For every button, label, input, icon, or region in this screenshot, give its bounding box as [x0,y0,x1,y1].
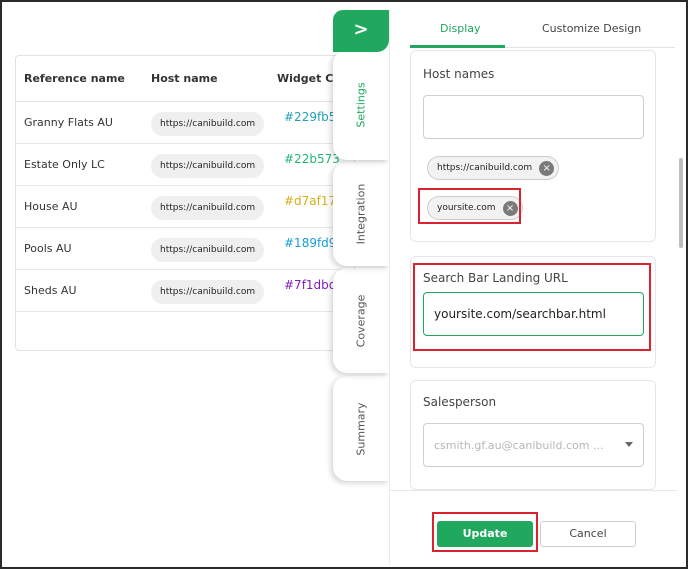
reference-name: House AU [24,200,78,213]
host-chip-canibuild: https://canibuild.com × [427,156,560,180]
host-names-label: Host names [423,67,495,81]
host-chip: https://canibuild.com [151,280,265,304]
app-frame: Reference name Host name Widget Col Gran… [0,0,688,569]
tab-settings-label: Settings [354,82,368,128]
table-row[interactable]: Sheds AU https://canibuild.com #7f1dbd [16,270,354,312]
chevron-right-icon: > [353,19,369,40]
panel-footer: Update Cancel [390,490,677,565]
search-bar-label: Search Bar Landing URL [423,271,568,285]
active-tab-indicator [410,45,505,48]
scroll-thumb[interactable] [679,158,683,248]
tab-customize-design[interactable]: Customize Design [542,22,641,35]
search-bar-url-input[interactable]: yoursite.com/searchbar.html [423,292,644,336]
widget-color: #22b573 [284,152,340,166]
widget-color: #7f1dbd [284,278,337,292]
tab-summary-label: Summary [354,401,368,456]
update-button[interactable]: Update [437,521,533,547]
host-chip: https://canibuild.com [151,238,265,262]
widget-color: #189fd9 [284,236,337,250]
tab-integration-label: Integration [354,183,368,245]
tab-integration[interactable]: Integration [333,162,389,266]
host-names-section: Host names https://canibuild.com × yours… [410,50,656,242]
display-tabs: Display Customize Design [410,10,675,48]
salesperson-label: Salesperson [423,395,497,409]
panel-scrollbar[interactable] [677,10,685,480]
tab-settings[interactable]: Settings [333,50,389,160]
cancel-button[interactable]: Cancel [540,521,636,547]
settings-panel: Display Customize Design Host names http… [389,10,677,565]
host-chip: https://canibuild.com [151,154,265,178]
close-circle-icon[interactable]: × [539,161,555,176]
table-row[interactable]: Pools AU https://canibuild.com #189fd9 [16,228,354,270]
salesperson-placeholder: csmith.gf.au@canibuild.com ... [434,439,604,452]
reference-name: Pools AU [24,242,72,255]
reference-name: Estate Only LC [24,158,105,171]
header-reference-name: Reference name [24,72,125,85]
header-host-name: Host name [151,72,218,85]
tab-coverage-label: Coverage [354,294,368,347]
chip-label: yoursite.com [437,203,496,213]
host-chip-yoursite: yoursite.com × [427,196,523,220]
salesperson-section: Salesperson csmith.gf.au@canibuild.com .… [410,380,656,490]
search-bar-section: Search Bar Landing URL yoursite.com/sear… [410,256,656,368]
widget-color: #d7af17 [284,194,337,208]
tab-coverage[interactable]: Coverage [333,268,389,373]
widget-table: Reference name Host name Widget Col Gran… [15,55,355,351]
tab-display[interactable]: Display [440,22,481,35]
reference-name: Sheds AU [24,284,77,297]
host-names-input[interactable] [423,95,644,139]
collapse-panel-button[interactable]: > [333,10,389,52]
host-chip: https://canibuild.com [151,112,265,136]
table-row[interactable]: House AU https://canibuild.com #d7af17 [16,186,354,228]
reference-name: Granny Flats AU [24,116,113,129]
table-row[interactable]: Estate Only LC https://canibuild.com #22… [16,144,354,186]
host-chip: https://canibuild.com [151,196,265,220]
close-circle-icon[interactable]: × [502,201,518,216]
widget-color: #229fb5 [284,110,337,124]
table-header: Reference name Host name Widget Col [16,56,354,102]
chip-label: https://canibuild.com [437,163,533,173]
salesperson-select[interactable]: csmith.gf.au@canibuild.com ... [423,423,644,467]
chevron-down-icon [625,442,633,447]
tab-summary[interactable]: Summary [333,376,389,481]
table-row[interactable]: Granny Flats AU https://canibuild.com #2… [16,102,354,144]
